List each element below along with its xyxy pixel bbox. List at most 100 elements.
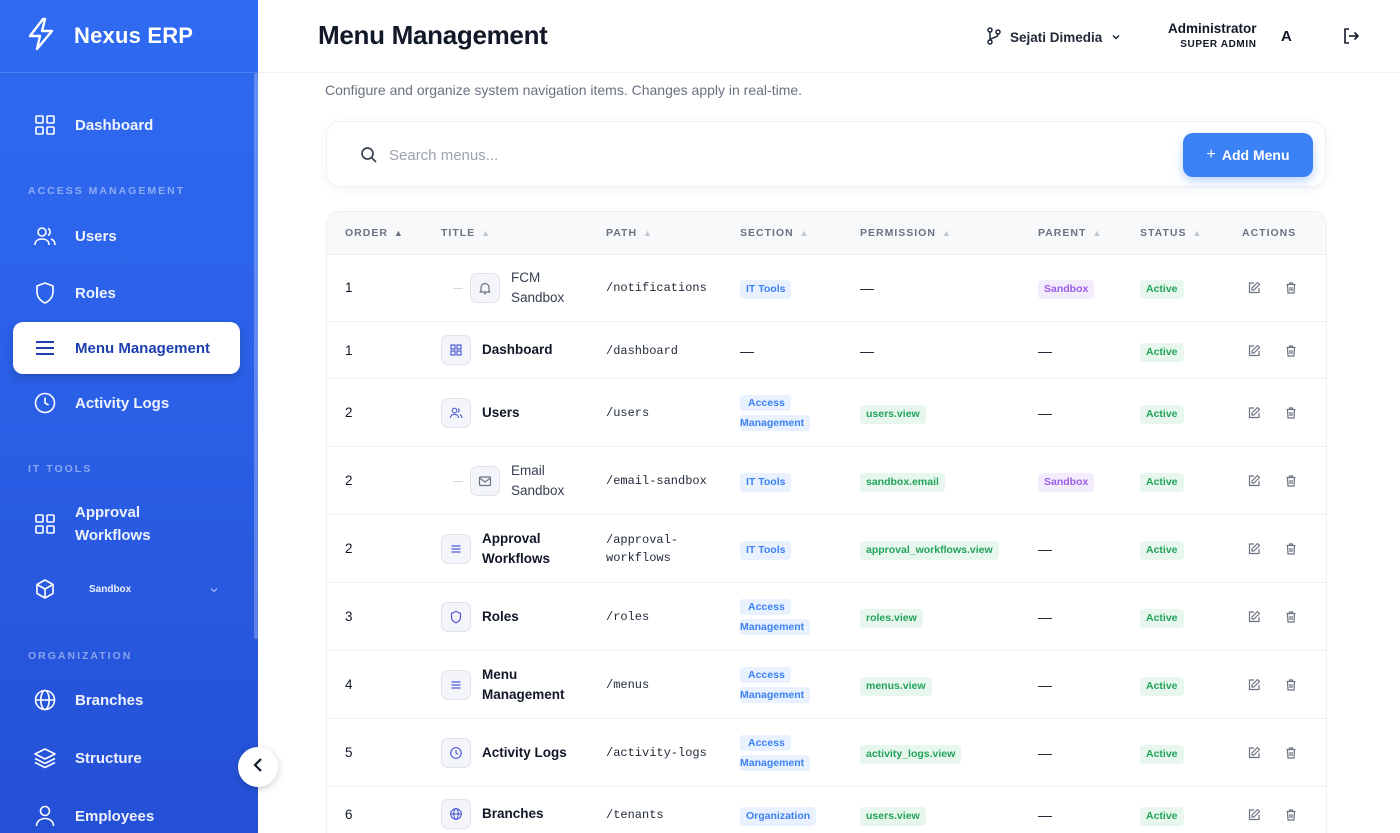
edit-icon[interactable] (1247, 474, 1261, 493)
trash-icon[interactable] (1284, 474, 1298, 493)
sidebar-item-sandbox[interactable]: Sandbox (13, 567, 240, 611)
section-badge: IT Tools (740, 541, 792, 560)
title-cell: Approval Workflows (441, 529, 550, 569)
status-badge: Active (1140, 473, 1184, 492)
sidebar-item-employees[interactable]: Employees (13, 794, 240, 833)
sidebar-item-dashboard[interactable]: Dashboard (13, 103, 240, 147)
brand[interactable]: Nexus ERP (0, 0, 258, 73)
permission-badge: menus.view (860, 677, 932, 696)
search-icon (360, 146, 378, 169)
sidebar-item-users[interactable]: Users (13, 214, 240, 258)
edit-icon[interactable] (1247, 808, 1261, 827)
trash-icon[interactable] (1284, 610, 1298, 629)
globe-icon (441, 799, 471, 829)
edit-icon[interactable] (1247, 610, 1261, 629)
avatar[interactable]: A (1281, 28, 1292, 45)
sidebar-item-label: Dashboard (75, 116, 154, 134)
cube-icon (33, 577, 57, 601)
user-name: Administrator (1168, 21, 1257, 36)
permission-badge: roles.view (860, 609, 923, 628)
status-cell: Active (1140, 405, 1184, 424)
edit-icon[interactable] (1247, 542, 1261, 561)
status-badge: Active (1140, 541, 1184, 560)
table-row[interactable]: 1 Dashboard /dashboard — — — Active (327, 322, 1326, 379)
permission-badge: activity_logs.view (860, 745, 962, 764)
trash-icon[interactable] (1284, 542, 1298, 561)
row-actions (1247, 474, 1298, 493)
table-header: ORDER ▲ TITLE ▲ PATH ▲ SECTION ▲ PERMISSION ▲… (327, 212, 1326, 255)
sidebar-scrollbar[interactable] (254, 73, 258, 639)
order-cell: 2 (345, 405, 353, 420)
logout-button[interactable] (1341, 26, 1361, 51)
column-header-title[interactable]: TITLE ▲ (441, 227, 491, 239)
edit-icon[interactable] (1247, 678, 1261, 697)
title-cell: Branches (441, 799, 544, 829)
logout-icon (1341, 28, 1361, 50)
edit-icon[interactable] (1247, 746, 1261, 765)
sidebar-section-organization: ORGANIZATION (28, 650, 133, 662)
table-row[interactable]: 5 Activity Logs /activity-logs Access Man… (327, 719, 1326, 787)
section-cell: — (740, 343, 754, 359)
row-actions (1247, 678, 1298, 697)
table-row[interactable]: 1 FCM Sandbox /notifications IT Tools — S… (327, 255, 1326, 322)
sidebar-item-structure[interactable]: Structure (13, 736, 240, 780)
table-row[interactable]: 2 Email Sandbox /email-sandbox IT Tools s… (327, 447, 1326, 515)
sidebar-item-roles[interactable]: Roles (13, 271, 240, 315)
row-actions (1247, 406, 1298, 425)
user-icon (33, 804, 57, 828)
tenant-switcher[interactable]: Sejati Dimedia (986, 27, 1122, 48)
menu-icon (33, 336, 57, 360)
title-cell: Dashboard (441, 335, 553, 365)
sidebar-item-branches[interactable]: Branches (13, 678, 240, 722)
column-header-path[interactable]: PATH ▲ (606, 227, 653, 239)
chevron-down-icon (209, 582, 219, 599)
edit-icon[interactable] (1247, 344, 1261, 363)
table-row[interactable]: 6 Branches /tenants Organization users.v… (327, 787, 1326, 833)
column-header-order[interactable]: ORDER ▲ (345, 227, 404, 239)
add-menu-button[interactable]: + Add Menu (1183, 133, 1313, 177)
column-header-status[interactable]: STATUS ▲ (1140, 227, 1202, 239)
search-input[interactable] (389, 140, 1149, 170)
table-row[interactable]: 3 Roles /roles Access Management roles.vi… (327, 583, 1326, 651)
trash-icon[interactable] (1284, 678, 1298, 697)
trash-icon[interactable] (1284, 746, 1298, 765)
sidebar-item-label: Structure (75, 749, 142, 767)
path-cell: /tenants (606, 808, 664, 822)
permission-cell: activity_logs.view (860, 745, 962, 764)
section-cell: IT Tools (740, 473, 792, 492)
status-badge: Active (1140, 807, 1184, 826)
table-row[interactable]: 2 Users /users Access Management users.vi… (327, 379, 1326, 447)
trash-icon[interactable] (1284, 808, 1298, 827)
top-header: Menu Management Sejati Dimedia Administr… (258, 0, 1400, 73)
trash-icon[interactable] (1284, 281, 1298, 300)
section-badge: IT Tools (740, 280, 792, 299)
parent-cell: — (1038, 405, 1052, 421)
user-info[interactable]: Administrator SUPER ADMIN (1168, 21, 1257, 50)
sidebar: Nexus ERP Dashboard ACCESS MANAGEMENT Us… (0, 0, 258, 833)
section-cell: Access Management (740, 393, 811, 433)
chevron-down-icon (1110, 30, 1122, 45)
status-badge: Active (1140, 745, 1184, 764)
sidebar-item-label: Menu Management (75, 339, 211, 357)
status-badge: Active (1140, 405, 1184, 424)
edit-icon[interactable] (1247, 281, 1261, 300)
section-badge: IT Tools (740, 473, 792, 492)
trash-icon[interactable] (1284, 344, 1298, 363)
sidebar-item-activity-logs[interactable]: Activity Logs (13, 381, 240, 425)
sidebar-item-approval-workflows[interactable]: Approval Workflows (13, 500, 240, 548)
column-header-section[interactable]: SECTION ▲ (740, 227, 810, 239)
page-title: Menu Management (318, 20, 548, 50)
status-badge: Active (1140, 343, 1184, 362)
trash-icon[interactable] (1284, 406, 1298, 425)
grid-icon (33, 512, 57, 536)
table-row[interactable]: 4 Menu Management /menus Access Management… (327, 651, 1326, 719)
sidebar-item-label: Users (75, 227, 117, 245)
table-row[interactable]: 2 Approval Workflows /approval-workflows … (327, 515, 1326, 583)
edit-icon[interactable] (1247, 406, 1261, 425)
column-header-parent[interactable]: PARENT ▲ (1038, 227, 1102, 239)
permission-cell: sandbox.email (860, 473, 945, 492)
column-header-permission[interactable]: PERMISSION ▲ (860, 227, 952, 239)
status-badge: Active (1140, 609, 1184, 628)
sidebar-item-menu-management[interactable]: Menu Management (13, 322, 240, 374)
collapse-sidebar-button[interactable] (238, 747, 278, 787)
